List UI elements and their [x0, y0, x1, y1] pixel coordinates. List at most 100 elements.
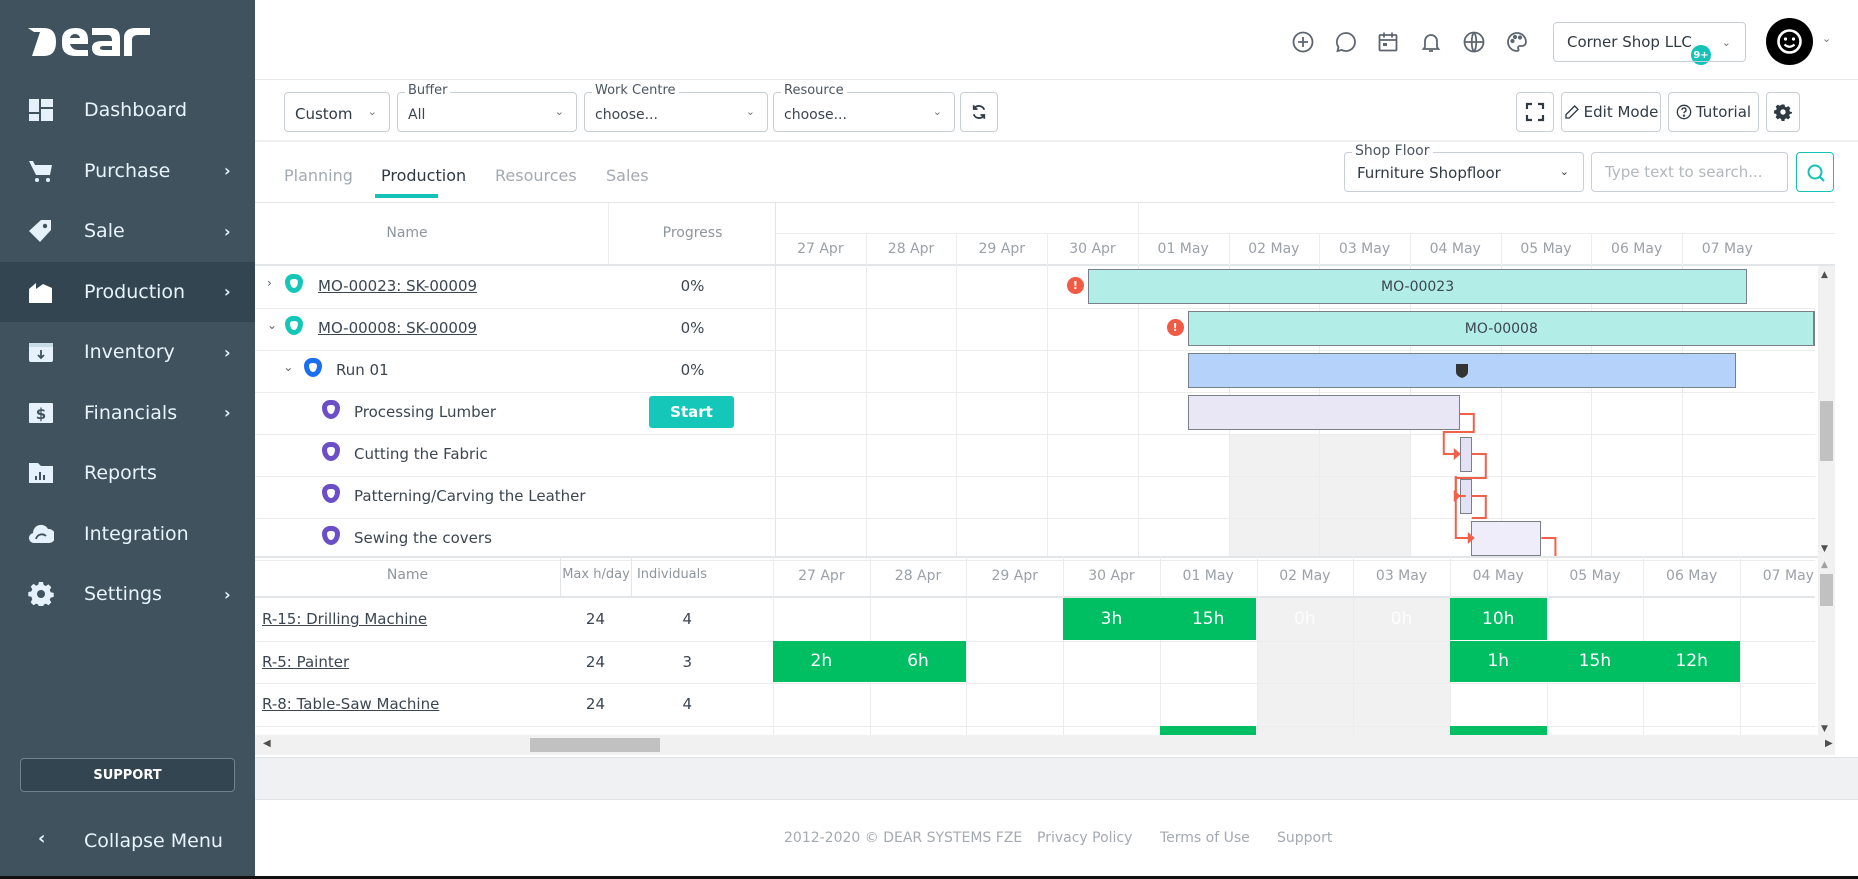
chevron-right-icon[interactable]: › — [267, 276, 272, 290]
view-range-select[interactable]: Custom ⌄ — [284, 92, 390, 132]
start-task-button[interactable]: Start — [649, 396, 734, 428]
gantt-bar[interactable]: MO-00008 — [1187, 311, 1815, 346]
warning-icon[interactable]: ! — [1166, 319, 1184, 336]
scroll-down-arrow-icon[interactable]: ▼ — [1821, 724, 1828, 734]
chat-icon[interactable] — [1334, 30, 1358, 54]
warning-icon[interactable]: ! — [1066, 277, 1084, 294]
resource-load-cell[interactable]: 0h — [1257, 598, 1354, 640]
column-header-progress[interactable]: Progress — [610, 225, 775, 241]
sidebar-item-reports[interactable]: Reports — [0, 443, 255, 503]
resource-load-cell[interactable]: 15h — [1546, 640, 1644, 682]
chevron-down-icon[interactable]: ⌄ — [283, 360, 293, 374]
fullscreen-button[interactable] — [1516, 92, 1554, 132]
row-progress: 0% — [680, 319, 705, 337]
dear-logo[interactable] — [26, 22, 156, 62]
palette-icon[interactable] — [1505, 30, 1529, 54]
vertical-scroll-thumb[interactable] — [1820, 401, 1833, 461]
buffer-select[interactable]: Buffer All ⌄ — [397, 83, 577, 132]
company-select[interactable]: Corner Shop LLC ⌄ — [1553, 22, 1746, 62]
sidebar-item-dashboard[interactable]: Dashboard — [0, 80, 255, 140]
gear-icon — [28, 582, 54, 608]
bell-icon[interactable] — [1419, 30, 1443, 54]
sidebar-item-purchase[interactable]: Purchase › — [0, 141, 255, 201]
status-icon[interactable] — [322, 484, 340, 503]
calendar-icon[interactable] — [1376, 30, 1400, 54]
refresh-button[interactable] — [960, 92, 998, 132]
resource-select[interactable]: Resource choose... ⌄ — [773, 83, 955, 132]
gantt-bar-overflow[interactable] — [1813, 311, 1815, 346]
gantt-vertical-scrollbar[interactable]: ▲ ▼ — [1818, 266, 1835, 556]
work-centre-select[interactable]: Work Centre choose... ⌄ — [584, 83, 768, 132]
globe-icon[interactable] — [1462, 30, 1486, 54]
footer-link-privacy[interactable]: Privacy Policy — [1037, 830, 1132, 846]
sidebar-item-inventory[interactable]: Inventory › — [0, 322, 255, 382]
edit-mode-button[interactable]: Edit Mode — [1561, 92, 1661, 132]
gantt-bar[interactable]: MO-00023 — [1087, 269, 1748, 304]
status-icon[interactable] — [322, 442, 340, 461]
status-icon[interactable] — [322, 526, 340, 545]
status-icon[interactable] — [304, 358, 322, 377]
order-link[interactable]: MO-00023: SK-00009 — [318, 277, 477, 295]
gantt-bar[interactable] — [1187, 353, 1737, 388]
resource-header-individuals[interactable]: Individuals — [632, 567, 712, 582]
column-header-name[interactable]: Name — [255, 225, 559, 241]
tab-production[interactable]: Production — [381, 166, 466, 185]
sidebar-item-production[interactable]: Production › — [0, 261, 255, 322]
tab-sales[interactable]: Sales — [606, 166, 649, 185]
vertical-scroll-thumb[interactable] — [1820, 574, 1833, 606]
resource-header-name[interactable]: Name — [255, 567, 560, 583]
horizontal-scroll-thumb[interactable] — [530, 738, 660, 752]
order-link[interactable]: MO-00008: SK-00009 — [318, 319, 477, 337]
add-circle-icon[interactable] — [1291, 30, 1315, 54]
sidebar-item-label: Sale — [84, 220, 125, 242]
resource-load-cell[interactable]: 2h — [773, 640, 870, 682]
status-icon[interactable] — [285, 316, 303, 335]
resource-load-cell[interactable]: 1h — [1449, 640, 1547, 682]
resource-load-cell[interactable]: 0h — [1353, 598, 1450, 640]
footer-link-support[interactable]: Support — [1277, 830, 1332, 846]
scroll-up-arrow-icon[interactable]: ▲ — [1821, 270, 1828, 280]
support-button[interactable]: SUPPORT — [20, 758, 235, 792]
resource-load-cell[interactable]: 12h — [1643, 640, 1740, 682]
user-menu-chevron-icon[interactable]: ⌄ — [1822, 32, 1831, 45]
date-header: 27 Apr — [798, 568, 845, 584]
row-name: Processing Lumber — [354, 403, 496, 421]
horizontal-scrollbar[interactable]: ◀ ▶ — [255, 735, 1835, 755]
help-circle-icon — [1676, 104, 1692, 120]
scroll-up-arrow-icon[interactable]: ▲ — [1821, 560, 1828, 570]
search-input[interactable] — [1591, 152, 1788, 192]
gantt-bar[interactable] — [1459, 437, 1472, 472]
scroll-down-arrow-icon[interactable]: ▼ — [1821, 544, 1828, 554]
resource-load-cell[interactable]: 15h — [1159, 598, 1257, 640]
scroll-left-arrow-icon[interactable]: ◀ — [263, 738, 271, 749]
status-icon[interactable] — [322, 400, 340, 419]
user-avatar[interactable] — [1766, 18, 1813, 65]
scroll-right-arrow-icon[interactable]: ▶ — [1825, 738, 1833, 749]
resource-link[interactable]: R-5: Painter — [262, 653, 349, 671]
resource-load-cell[interactable]: 10h — [1449, 598, 1547, 640]
collapse-menu-button[interactable]: ‹ Collapse Menu — [0, 820, 255, 860]
resource-header-max-hday[interactable]: Max h/day — [560, 567, 632, 582]
resource-link[interactable]: R-8: Table-Saw Machine — [262, 695, 439, 713]
tutorial-button[interactable]: Tutorial — [1668, 92, 1759, 132]
gantt-bar[interactable] — [1470, 521, 1542, 556]
search-button[interactable] — [1796, 152, 1834, 192]
sidebar-item-integration[interactable]: Integration — [0, 504, 255, 564]
sidebar-item-sale[interactable]: Sale › — [0, 201, 255, 261]
resource-load-cell[interactable]: 3h — [1063, 598, 1160, 640]
gantt-bar[interactable] — [1187, 395, 1460, 430]
tab-planning[interactable]: Planning — [284, 166, 353, 185]
date-grid-line — [1353, 556, 1355, 736]
sidebar-item-financials[interactable]: $ Financials › — [0, 383, 255, 443]
gantt-bar[interactable] — [1459, 479, 1472, 514]
chevron-down-icon[interactable]: ⌄ — [267, 318, 277, 332]
tab-resources[interactable]: Resources — [495, 166, 577, 185]
sidebar-item-settings[interactable]: Settings › — [0, 564, 255, 624]
resource-load-cell[interactable]: 6h — [869, 640, 967, 682]
shop-floor-select[interactable]: Shop Floor Furniture Shopfloor ⌄ — [1344, 143, 1584, 192]
resources-vertical-scrollbar[interactable]: ▲ ▼ — [1818, 556, 1835, 736]
resource-link[interactable]: R-15: Drilling Machine — [262, 610, 427, 628]
footer-link-terms[interactable]: Terms of Use — [1160, 830, 1250, 846]
settings-button[interactable] — [1766, 92, 1800, 132]
status-icon[interactable] — [285, 274, 303, 293]
